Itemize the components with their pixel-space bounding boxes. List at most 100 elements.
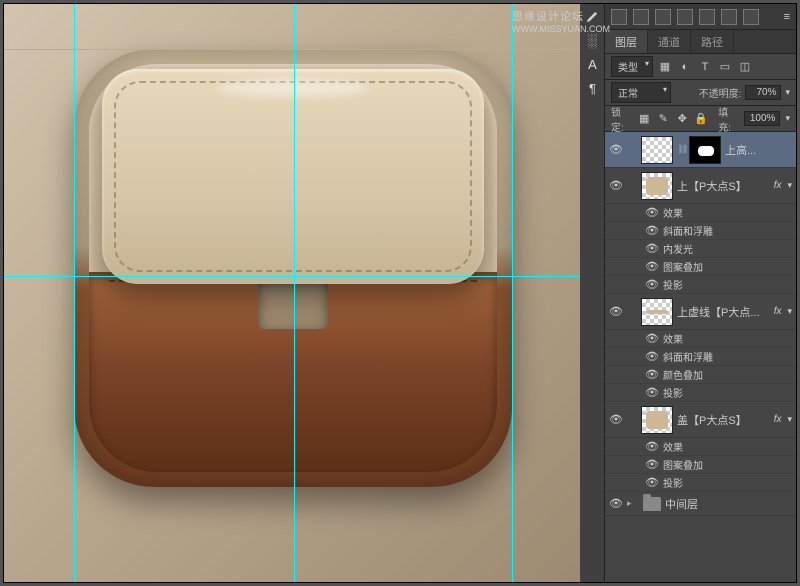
visibility-eye-icon[interactable]: 👁 — [609, 179, 623, 192]
option-square-icon[interactable] — [699, 9, 715, 25]
lock-pixels-icon[interactable]: ✎ — [656, 111, 670, 126]
layer-name[interactable]: 盖【P大点S】 — [677, 412, 770, 428]
visibility-eye-icon[interactable]: 👁 — [609, 413, 623, 426]
layer-mask-thumbnail[interactable] — [689, 136, 721, 164]
blend-row: 正常 不透明度: 70% ▾ — [605, 80, 796, 106]
effect-item[interactable]: 👁 投影 — [605, 474, 796, 492]
character-icon[interactable]: A — [581, 53, 604, 76]
option-square-icon[interactable] — [655, 9, 671, 25]
visibility-eye-icon[interactable]: 👁 — [645, 332, 659, 345]
effect-item[interactable]: 👁斜面和浮雕 — [605, 348, 796, 366]
option-square-icon[interactable] — [611, 9, 627, 25]
visibility-eye-icon[interactable]: 👁 — [645, 278, 659, 291]
visibility-eye-icon[interactable]: 👁 — [645, 476, 659, 489]
chevron-down-icon[interactable]: ▾ — [785, 113, 790, 124]
filter-type-icon[interactable]: T — [697, 59, 713, 75]
layer-thumbnail[interactable] — [641, 136, 673, 164]
layer-thumbnail[interactable] — [641, 406, 673, 434]
fx-badge[interactable]: fx — [774, 306, 782, 317]
option-square-icon[interactable] — [721, 9, 737, 25]
fx-badge[interactable]: fx — [774, 180, 782, 191]
layer-filter-bar: 类型 ▦ ◐ T ▭ ◫ — [605, 54, 796, 80]
chevron-down-icon[interactable]: ▾ — [787, 306, 792, 317]
lock-row: 锁定: ▦ ✎ ✥ 🔒 填充: 100% ▾ — [605, 106, 796, 132]
watermark-text: 思缘设计论坛 — [512, 11, 584, 23]
visibility-eye-icon[interactable]: 👁 — [645, 242, 659, 255]
effect-item[interactable]: 👁 投影 — [605, 276, 796, 294]
chevron-down-icon[interactable]: ▾ — [787, 180, 792, 191]
lock-transparency-icon[interactable]: ▦ — [637, 111, 651, 126]
filter-smart-icon[interactable]: ◫ — [737, 59, 753, 75]
effect-item[interactable]: 👁 颜色叠加 — [605, 366, 796, 384]
guide-vertical[interactable] — [74, 4, 75, 582]
lock-label: 锁定: — [611, 104, 632, 134]
chevron-down-icon[interactable]: ▾ — [787, 414, 792, 425]
visibility-eye-icon[interactable]: 👁 — [645, 458, 659, 471]
effect-name: 投影 — [663, 475, 683, 490]
guide-vertical[interactable] — [512, 4, 513, 582]
effect-item[interactable]: 👁图案叠加 — [605, 258, 796, 276]
mask-link-icon[interactable]: ⛓ — [677, 144, 685, 155]
layer-thumbnail[interactable] — [641, 298, 673, 326]
paragraph-icon[interactable]: ¶ — [581, 77, 604, 100]
layer-group-row[interactable]: 👁 ▸ 中间层 — [605, 492, 796, 516]
layers-list[interactable]: 👁 ⛓ 上高... 👁 上【P大点S】 fx ▾ 👁效果 👁 斜面和浮雕 👁内发光… — [605, 132, 796, 582]
expand-arrow-icon[interactable]: ▸ — [627, 498, 637, 509]
blend-mode-select[interactable]: 正常 — [611, 82, 671, 103]
effect-name: 投影 — [663, 277, 683, 292]
layer-row[interactable]: 👁 盖【P大点S】 fx ▾ — [605, 402, 796, 438]
lock-all-icon[interactable]: 🔒 — [694, 111, 708, 126]
layer-row[interactable]: 👁 ⛓ 上高... — [605, 132, 796, 168]
tab-paths[interactable]: 路径 — [691, 30, 734, 53]
effect-item[interactable]: 👁图案叠加 — [605, 456, 796, 474]
tab-layers[interactable]: 图层 — [605, 30, 648, 53]
watermark: 思缘设计论坛 WWW.MISSYUAN.COM — [512, 8, 610, 34]
visibility-eye-icon[interactable]: 👁 — [609, 305, 623, 318]
effect-name: 颜色叠加 — [663, 367, 703, 382]
effect-item[interactable]: 👁 斜面和浮雕 — [605, 222, 796, 240]
guide-horizontal[interactable] — [4, 49, 580, 50]
visibility-eye-icon[interactable]: 👁 — [645, 206, 659, 219]
effects-header[interactable]: 👁效果 — [605, 438, 796, 456]
visibility-eye-icon[interactable]: 👁 — [645, 440, 659, 453]
option-square-icon[interactable] — [633, 9, 649, 25]
effect-item[interactable]: 👁内发光 — [605, 240, 796, 258]
guide-vertical[interactable] — [294, 4, 295, 582]
layer-name[interactable]: 上高... — [725, 142, 792, 158]
fill-value[interactable]: 100% — [744, 111, 780, 126]
visibility-eye-icon[interactable]: 👁 — [609, 497, 623, 510]
guide-horizontal[interactable] — [4, 276, 580, 277]
visibility-eye-icon[interactable]: 👁 — [645, 368, 659, 381]
panel-menu-icon[interactable]: ≡ — [784, 11, 790, 23]
filter-kind-select[interactable]: 类型 — [611, 56, 653, 77]
visibility-eye-icon[interactable]: 👁 — [645, 350, 659, 363]
effects-header[interactable]: 👁效果 — [605, 330, 796, 348]
lock-position-icon[interactable]: ✥ — [675, 111, 689, 126]
filter-shape-icon[interactable]: ▭ — [717, 59, 733, 75]
folder-icon — [643, 497, 661, 511]
layer-thumbnail[interactable] — [641, 172, 673, 200]
layer-name[interactable]: 上【P大点S】 — [677, 178, 770, 194]
chevron-down-icon[interactable]: ▾ — [785, 87, 790, 98]
effects-header[interactable]: 👁效果 — [605, 204, 796, 222]
layer-name[interactable]: 中间层 — [665, 496, 792, 512]
filter-adjust-icon[interactable]: ◐ — [677, 59, 693, 75]
layer-row[interactable]: 👁 上【P大点S】 fx ▾ — [605, 168, 796, 204]
visibility-eye-icon[interactable]: 👁 — [645, 260, 659, 273]
effect-name: 斜面和浮雕 — [663, 223, 713, 238]
option-square-icon[interactable] — [743, 9, 759, 25]
visibility-eye-icon[interactable]: 👁 — [645, 224, 659, 237]
visibility-eye-icon[interactable]: 👁 — [645, 386, 659, 399]
layer-name[interactable]: 上虚线【P大点... — [677, 304, 770, 320]
fx-badge[interactable]: fx — [774, 414, 782, 425]
filter-pixel-icon[interactable]: ▦ — [657, 59, 673, 75]
document-canvas[interactable] — [4, 4, 580, 582]
visibility-eye-icon[interactable]: 👁 — [609, 143, 623, 156]
opacity-value[interactable]: 70% — [745, 85, 781, 100]
option-square-icon[interactable] — [677, 9, 693, 25]
effect-name: 投影 — [663, 385, 683, 400]
artwork-flap-stitch — [114, 81, 472, 272]
layer-row[interactable]: 👁 上虚线【P大点... fx ▾ — [605, 294, 796, 330]
tab-channels[interactable]: 通道 — [648, 30, 691, 53]
effect-item[interactable]: 👁 投影 — [605, 384, 796, 402]
